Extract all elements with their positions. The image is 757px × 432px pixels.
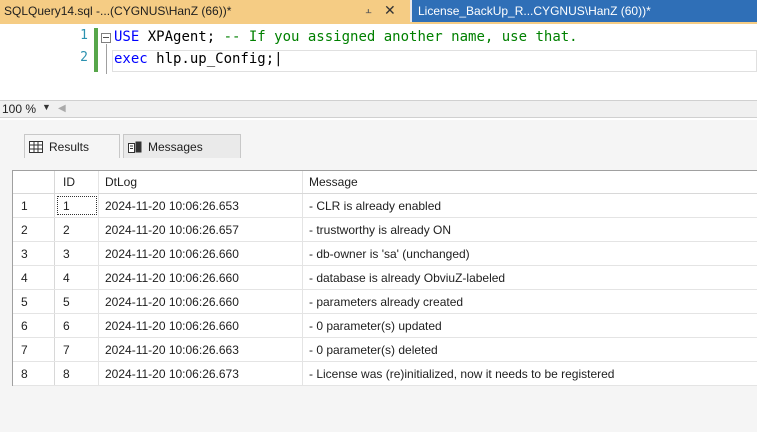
tab-messages-label: Messages xyxy=(148,139,203,154)
grid-body: 1 1 2024-11-20 10:06:26.653- CLR is alread… xyxy=(13,194,757,386)
dtlog-cell[interactable]: 2024-11-20 10:06:26.663 xyxy=(99,338,303,361)
header-rownum[interactable] xyxy=(13,171,55,193)
tab-results[interactable]: Results xyxy=(24,134,120,158)
tab-sqlquery14[interactable]: SQLQuery14.sql -...(CYGNUS\HanZ (66))* ⫠… xyxy=(0,0,410,22)
header-message[interactable]: Message xyxy=(303,171,757,193)
message-cell[interactable]: - 0 parameter(s) deleted xyxy=(303,338,757,361)
table-row[interactable]: 2 2 2024-11-20 10:06:26.657- trustworthy i… xyxy=(13,218,757,242)
messages-icon xyxy=(128,141,142,153)
id-cell[interactable]: 3 xyxy=(55,242,99,265)
zoom-value: 100 % xyxy=(2,102,37,116)
id-cell[interactable]: 1 xyxy=(55,194,99,217)
id-cell[interactable]: 4 xyxy=(55,266,99,289)
table-row[interactable]: 5 5 2024-11-20 10:06:26.660- parameters al… xyxy=(13,290,757,314)
changed-line-marker xyxy=(94,28,98,50)
grid-icon xyxy=(29,140,43,153)
zoom-bar: 100 % ▼ ◀ xyxy=(0,100,757,118)
row-number-cell[interactable]: 6 xyxy=(13,314,55,337)
row-number-cell[interactable]: 4 xyxy=(13,266,55,289)
id-cell[interactable]: 2 xyxy=(55,218,99,241)
code-text: USE XPAgent; -- If you assigned another … xyxy=(114,29,578,45)
keyword: USE xyxy=(114,29,140,45)
dtlog-cell[interactable]: 2024-11-20 10:06:26.657 xyxy=(99,218,303,241)
id-cell[interactable]: 5 xyxy=(55,290,99,313)
chevron-down-icon[interactable]: ▼ xyxy=(42,102,51,112)
message-cell[interactable]: - parameters already created xyxy=(303,290,757,313)
tab-results-label: Results xyxy=(49,139,90,154)
table-row[interactable]: 8 8 2024-11-20 10:06:26.673- License was (… xyxy=(13,362,757,386)
document-tab-strip: SQLQuery14.sql -...(CYGNUS\HanZ (66))* ⫠… xyxy=(0,0,757,24)
message-cell[interactable]: - database is already ObviuZ-labeled xyxy=(303,266,757,289)
close-icon[interactable]: ✕ xyxy=(384,2,396,19)
dtlog-cell[interactable]: 2024-11-20 10:06:26.660 xyxy=(99,314,303,337)
row-number-cell[interactable]: 2 xyxy=(13,218,55,241)
table-row[interactable]: 7 7 2024-11-20 10:06:26.663- 0 parameter(s… xyxy=(13,338,757,362)
line-number: 2 xyxy=(80,50,88,65)
code-rest: hlp.up_Config; xyxy=(147,51,275,67)
editor-line-1[interactable]: 1 USE XPAgent; -- If you assigned anothe… xyxy=(0,28,757,74)
tab-license-backup-label: License_BackUp_R...CYGNUS\HanZ (60))* xyxy=(418,4,651,18)
id-cell[interactable]: 6 xyxy=(55,314,99,337)
editor-line-2[interactable]: 2 exec hlp.up_Config;| xyxy=(0,50,757,72)
tab-messages[interactable]: Messages xyxy=(123,134,241,158)
code-rest: XPAgent; xyxy=(139,29,224,45)
grid-header-row: ID DtLog Message xyxy=(13,171,757,194)
row-number-cell[interactable]: 5 xyxy=(13,290,55,313)
dtlog-cell[interactable]: 2024-11-20 10:06:26.660 xyxy=(99,266,303,289)
keyword: exec xyxy=(114,51,148,67)
pin-icon[interactable]: ⫠ xyxy=(365,4,372,17)
row-number-cell[interactable]: 1 xyxy=(13,194,55,217)
scroll-left-icon[interactable]: ◀ xyxy=(58,103,66,114)
row-number-cell[interactable]: 3 xyxy=(13,242,55,265)
code-comment: -- If you assigned another name, use tha… xyxy=(223,29,578,45)
message-cell[interactable]: - CLR is already enabled xyxy=(303,194,757,217)
table-row[interactable]: 1 1 2024-11-20 10:06:26.653- CLR is alread… xyxy=(13,194,757,218)
tab-license-backup[interactable]: License_BackUp_R...CYGNUS\HanZ (60))* xyxy=(412,0,757,22)
row-number-cell[interactable]: 8 xyxy=(13,362,55,385)
tab-sqlquery14-label: SQLQuery14.sql -...(CYGNUS\HanZ (66))* xyxy=(4,4,232,18)
id-cell[interactable]: 8 xyxy=(55,362,99,385)
row-number-cell[interactable]: 7 xyxy=(13,338,55,361)
header-dtlog[interactable]: DtLog xyxy=(99,171,303,193)
zoom-dropdown[interactable]: 100 % ▼ xyxy=(0,101,54,117)
table-row[interactable]: 3 3 2024-11-20 10:06:26.660- db-owner is '… xyxy=(13,242,757,266)
table-row[interactable]: 4 4 2024-11-20 10:06:26.660- database is a… xyxy=(13,266,757,290)
code-text: exec hlp.up_Config;| xyxy=(114,51,283,67)
line-number: 1 xyxy=(80,28,88,43)
results-panel: Results Messages ID DtLog Message 1 1 2024… xyxy=(0,120,757,432)
message-cell[interactable]: - trustworthy is already ON xyxy=(303,218,757,241)
text-caret: | xyxy=(274,51,283,67)
message-cell[interactable]: - db-owner is 'sa' (unchanged) xyxy=(303,242,757,265)
collapse-icon[interactable] xyxy=(101,33,111,43)
message-cell[interactable]: - License was (re)initialized, now it ne… xyxy=(303,362,757,385)
header-id[interactable]: ID xyxy=(55,171,99,193)
id-cell[interactable]: 7 xyxy=(55,338,99,361)
dtlog-cell[interactable]: 2024-11-20 10:06:26.660 xyxy=(99,242,303,265)
results-grid[interactable]: ID DtLog Message 1 1 2024-11-20 10:06:26.6… xyxy=(12,170,757,386)
table-row[interactable]: 6 6 2024-11-20 10:06:26.660- 0 parameter(s… xyxy=(13,314,757,338)
message-cell[interactable]: - 0 parameter(s) updated xyxy=(303,314,757,337)
query-editor[interactable]: 1 USE XPAgent; -- If you assigned anothe… xyxy=(0,26,757,96)
dtlog-cell[interactable]: 2024-11-20 10:06:26.653 xyxy=(99,194,303,217)
dtlog-cell[interactable]: 2024-11-20 10:06:26.660 xyxy=(99,290,303,313)
dtlog-cell[interactable]: 2024-11-20 10:06:26.673 xyxy=(99,362,303,385)
changed-line-marker xyxy=(94,50,98,72)
